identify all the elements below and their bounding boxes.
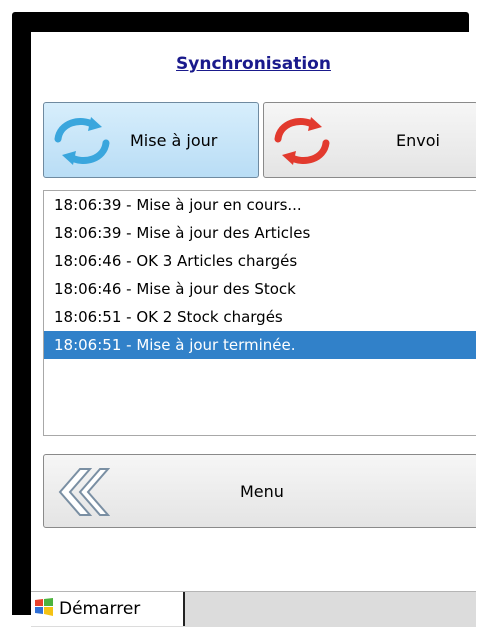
back-chevrons-icon xyxy=(50,467,111,521)
log-line[interactable]: 18:06:39 - Mise à jour des Articles xyxy=(44,219,476,247)
device-frame: Synchronisation Mise à jour Envoi 18:06:… xyxy=(12,12,476,627)
menu-button-label: Menu xyxy=(240,481,284,501)
windows-flag-icon xyxy=(33,596,55,623)
log-line[interactable]: 18:06:46 - Mise à jour des Stock xyxy=(44,275,476,303)
start-button[interactable]: Démarrer xyxy=(31,592,185,626)
taskbar: Démarrer xyxy=(31,591,476,627)
start-label: Démarrer xyxy=(59,599,141,619)
page-title: Synchronisation xyxy=(176,54,331,74)
send-button-label: Envoi xyxy=(396,130,440,150)
update-button-label: Mise à jour xyxy=(130,130,218,150)
sync-log-list[interactable]: 18:06:39 - Mise à jour en cours... 18:06… xyxy=(43,190,476,436)
log-line[interactable]: 18:06:39 - Mise à jour en cours... xyxy=(44,191,476,219)
sync-arrows-red-icon xyxy=(270,113,334,173)
update-button[interactable]: Mise à jour xyxy=(43,102,259,178)
menu-button[interactable]: Menu xyxy=(43,454,476,528)
sync-arrows-blue-icon xyxy=(50,113,114,173)
app-screen: Synchronisation Mise à jour Envoi 18:06:… xyxy=(31,32,476,627)
send-button[interactable]: Envoi xyxy=(263,102,476,178)
log-line[interactable]: 18:06:51 - Mise à jour terminée. xyxy=(44,331,476,359)
log-line[interactable]: 18:06:51 - OK 2 Stock chargés xyxy=(44,303,476,331)
log-line[interactable]: 18:06:46 - OK 3 Articles chargés xyxy=(44,247,476,275)
